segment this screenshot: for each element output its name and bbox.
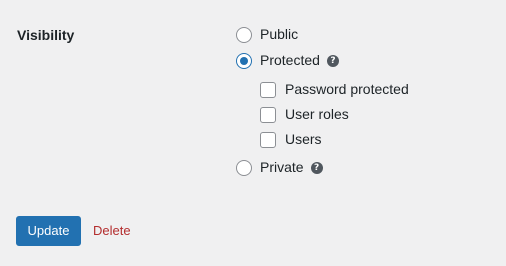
visibility-label: Visibility bbox=[17, 27, 75, 43]
password-protected-label[interactable]: Password protected bbox=[285, 81, 409, 98]
protected-suboption-users[interactable]: Users bbox=[260, 131, 322, 148]
question-icon[interactable]: ? bbox=[326, 54, 339, 67]
update-button[interactable]: Update bbox=[16, 216, 81, 246]
public-label[interactable]: Public bbox=[260, 26, 298, 43]
user-roles-label[interactable]: User roles bbox=[285, 106, 349, 123]
delete-link[interactable]: Delete bbox=[93, 223, 131, 239]
visibility-option-private[interactable]: Private ? bbox=[236, 159, 323, 176]
question-icon[interactable]: ? bbox=[310, 161, 323, 174]
public-radio[interactable] bbox=[236, 26, 252, 43]
protected-radio[interactable] bbox=[236, 52, 252, 69]
protected-suboption-password[interactable]: Password protected bbox=[260, 81, 409, 98]
password-protected-checkbox[interactable] bbox=[260, 81, 276, 98]
protected-label[interactable]: Protected bbox=[260, 52, 320, 69]
visibility-option-public[interactable]: Public bbox=[236, 26, 298, 43]
users-label[interactable]: Users bbox=[285, 131, 322, 148]
private-radio[interactable] bbox=[236, 159, 252, 176]
private-label[interactable]: Private bbox=[260, 159, 304, 176]
users-checkbox[interactable] bbox=[260, 131, 276, 148]
protected-suboption-user-roles[interactable]: User roles bbox=[260, 106, 349, 123]
visibility-option-protected[interactable]: Protected ? bbox=[236, 52, 339, 69]
user-roles-checkbox[interactable] bbox=[260, 106, 276, 123]
